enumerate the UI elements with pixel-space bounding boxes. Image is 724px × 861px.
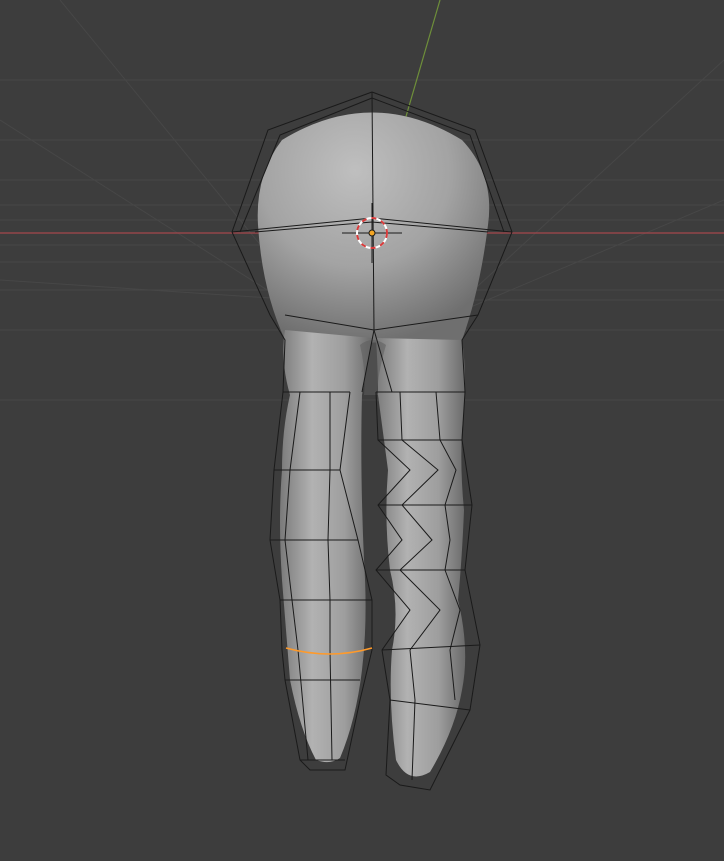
mesh-left-leg-surface: [280, 330, 372, 763]
object-origin-icon: [368, 229, 376, 237]
3d-viewport[interactable]: [0, 0, 724, 861]
mesh-object[interactable]: [231, 91, 513, 791]
